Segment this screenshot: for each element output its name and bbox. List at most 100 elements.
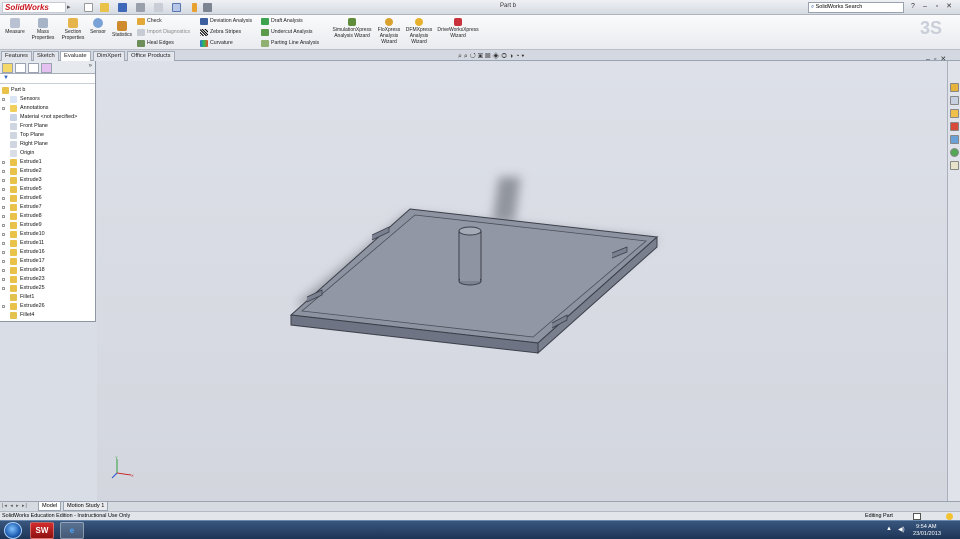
tree-item[interactable]: Extrude2 bbox=[0, 167, 96, 176]
tree-item[interactable]: Extrude6 bbox=[0, 194, 96, 203]
expand-node-icon[interactable] bbox=[2, 179, 5, 182]
design-library-icon[interactable] bbox=[950, 96, 959, 105]
clock-time[interactable]: 9:54 AM bbox=[916, 524, 937, 530]
expand-node-icon[interactable] bbox=[2, 278, 5, 281]
driveworksxpress-button[interactable]: DriveWorksXpress Wizard bbox=[436, 18, 480, 39]
tab-features[interactable]: Features bbox=[1, 51, 32, 61]
tree-item[interactable]: Annotations bbox=[0, 104, 96, 113]
start-button[interactable] bbox=[4, 522, 22, 539]
floxpress-button[interactable]: FloXpress Analysis Wizard bbox=[375, 18, 403, 45]
feature-tree-tab-icon[interactable] bbox=[2, 63, 13, 73]
tab-scroll-arrows-icon[interactable]: |◂ ◂ ▸ ▸| bbox=[2, 503, 28, 509]
tree-item[interactable]: Extrude8 bbox=[0, 212, 96, 221]
taskbar-internet-explorer[interactable]: e bbox=[60, 522, 84, 539]
graphics-area[interactable] bbox=[97, 61, 947, 501]
new-document-icon[interactable] bbox=[84, 3, 93, 12]
solidworks-logo[interactable]: SolidWorks bbox=[2, 2, 66, 13]
expand-node-icon[interactable] bbox=[2, 242, 5, 245]
help-status-icon[interactable] bbox=[946, 513, 953, 520]
tree-item[interactable]: Extrude5 bbox=[0, 185, 96, 194]
menu-arrow-icon[interactable]: ▸ bbox=[67, 3, 71, 11]
expand-node-icon[interactable] bbox=[2, 224, 5, 227]
undo-icon[interactable] bbox=[154, 3, 163, 12]
import-diagnostics-button[interactable]: Import Diagnostics bbox=[137, 28, 190, 36]
tree-item[interactable]: Extrude26 bbox=[0, 302, 96, 311]
deviation-analysis-button[interactable]: Deviation Analysis bbox=[200, 17, 252, 25]
expand-node-icon[interactable] bbox=[2, 251, 5, 254]
expand-node-icon[interactable] bbox=[2, 98, 5, 101]
tree-item[interactable]: Extrude1 bbox=[0, 158, 96, 167]
tree-item[interactable]: Fillet1 bbox=[0, 293, 96, 302]
expand-node-icon[interactable] bbox=[2, 233, 5, 236]
tree-item[interactable]: Extrude3 bbox=[0, 176, 96, 185]
tree-item[interactable]: Extrude10 bbox=[0, 230, 96, 239]
simulationxpress-button[interactable]: SimulationXpress Analysis Wizard bbox=[330, 18, 374, 39]
expand-node-icon[interactable] bbox=[2, 215, 5, 218]
open-folder-icon[interactable] bbox=[100, 3, 109, 12]
draft-analysis-button[interactable]: Draft Analysis bbox=[261, 17, 303, 25]
expand-node-icon[interactable] bbox=[2, 206, 5, 209]
tree-root-part[interactable]: Part b bbox=[0, 86, 96, 95]
display-manager-tab-icon[interactable] bbox=[41, 63, 52, 73]
tree-item[interactable]: Material <not specified> bbox=[0, 113, 96, 122]
section-properties-button[interactable]: Section Properties bbox=[58, 18, 88, 41]
tree-item[interactable]: Extrude17 bbox=[0, 257, 96, 266]
expand-node-icon[interactable] bbox=[2, 269, 5, 272]
clock-date[interactable]: 23/01/2013 bbox=[913, 531, 941, 537]
expand-node-icon[interactable] bbox=[2, 287, 5, 290]
tree-item[interactable]: Sensors bbox=[0, 95, 96, 104]
tree-item[interactable]: Top Plane bbox=[0, 131, 96, 140]
select-icon[interactable] bbox=[172, 3, 181, 12]
solidworks-resources-icon[interactable] bbox=[950, 83, 959, 92]
part-model[interactable] bbox=[97, 61, 947, 501]
configuration-manager-tab-icon[interactable] bbox=[28, 63, 39, 73]
heads-up-view-toolbar[interactable]: ⌕⌕↺▣▤◈◎◑◔▾ bbox=[458, 53, 526, 64]
expand-node-icon[interactable] bbox=[2, 188, 5, 191]
tree-item[interactable]: Extrude11 bbox=[0, 239, 96, 248]
expand-icon[interactable]: » bbox=[89, 63, 92, 69]
previous-view-icon[interactable]: ↺ bbox=[470, 53, 478, 60]
appearances-icon[interactable] bbox=[950, 148, 959, 157]
tab-model[interactable]: Model bbox=[38, 502, 62, 511]
dfmxpress-button[interactable]: DFMXpress Analysis Wizard bbox=[404, 18, 434, 45]
save-icon[interactable] bbox=[118, 3, 127, 12]
curvature-button[interactable]: Curvature bbox=[200, 39, 233, 47]
rebuild-icon[interactable] bbox=[192, 3, 197, 12]
expand-node-icon[interactable] bbox=[2, 305, 5, 308]
tab-motion-study[interactable]: Motion Study 1 bbox=[63, 502, 109, 511]
section-view-icon[interactable]: ▣ bbox=[478, 53, 485, 60]
print-icon[interactable] bbox=[136, 3, 145, 12]
expand-node-icon[interactable] bbox=[2, 197, 5, 200]
file-explorer-icon[interactable] bbox=[950, 109, 959, 118]
expand-node-icon[interactable] bbox=[2, 170, 5, 173]
check-button[interactable]: Check bbox=[137, 17, 162, 25]
viewport-minimize-icon[interactable]: – bbox=[926, 56, 934, 63]
custom-properties-icon[interactable] bbox=[950, 161, 959, 170]
tab-sketch[interactable]: Sketch bbox=[33, 51, 59, 61]
help-icon[interactable]: ? bbox=[908, 2, 918, 12]
expand-node-icon[interactable] bbox=[2, 107, 5, 110]
tree-item[interactable]: Right Plane bbox=[0, 140, 96, 149]
rebuild-status-icon[interactable] bbox=[913, 513, 921, 520]
restore-button[interactable]: ▫ bbox=[932, 2, 942, 12]
taskbar-solidworks[interactable]: SW bbox=[30, 522, 54, 539]
tab-dimxpert[interactable]: DimXpert bbox=[93, 51, 126, 61]
measure-button[interactable]: Measure bbox=[4, 18, 26, 35]
tree-item[interactable]: Origin bbox=[0, 149, 96, 158]
parting-line-analysis-button[interactable]: Parting Line Analysis bbox=[261, 39, 319, 47]
show-hidden-icons-icon[interactable]: ▲ bbox=[886, 526, 892, 532]
search-results-icon[interactable] bbox=[950, 122, 959, 131]
tab-evaluate[interactable]: Evaluate bbox=[60, 51, 91, 61]
cylinder-boss[interactable] bbox=[458, 226, 482, 286]
mass-properties-button[interactable]: Mass Properties bbox=[30, 18, 56, 41]
statistics-button[interactable]: Statistics bbox=[110, 21, 134, 38]
minimize-button[interactable]: – bbox=[920, 2, 930, 12]
tree-item[interactable]: Front Plane bbox=[0, 122, 96, 131]
hide-show-icon[interactable]: ◎ bbox=[501, 53, 509, 60]
property-manager-tab-icon[interactable] bbox=[15, 63, 26, 73]
tree-item[interactable]: Extrude23 bbox=[0, 275, 96, 284]
tree-item[interactable]: Extrude25 bbox=[0, 284, 96, 293]
search-input[interactable]: ⌕ SolidWorks Search bbox=[808, 2, 904, 13]
view-palette-icon[interactable] bbox=[950, 135, 959, 144]
expand-node-icon[interactable] bbox=[2, 260, 5, 263]
